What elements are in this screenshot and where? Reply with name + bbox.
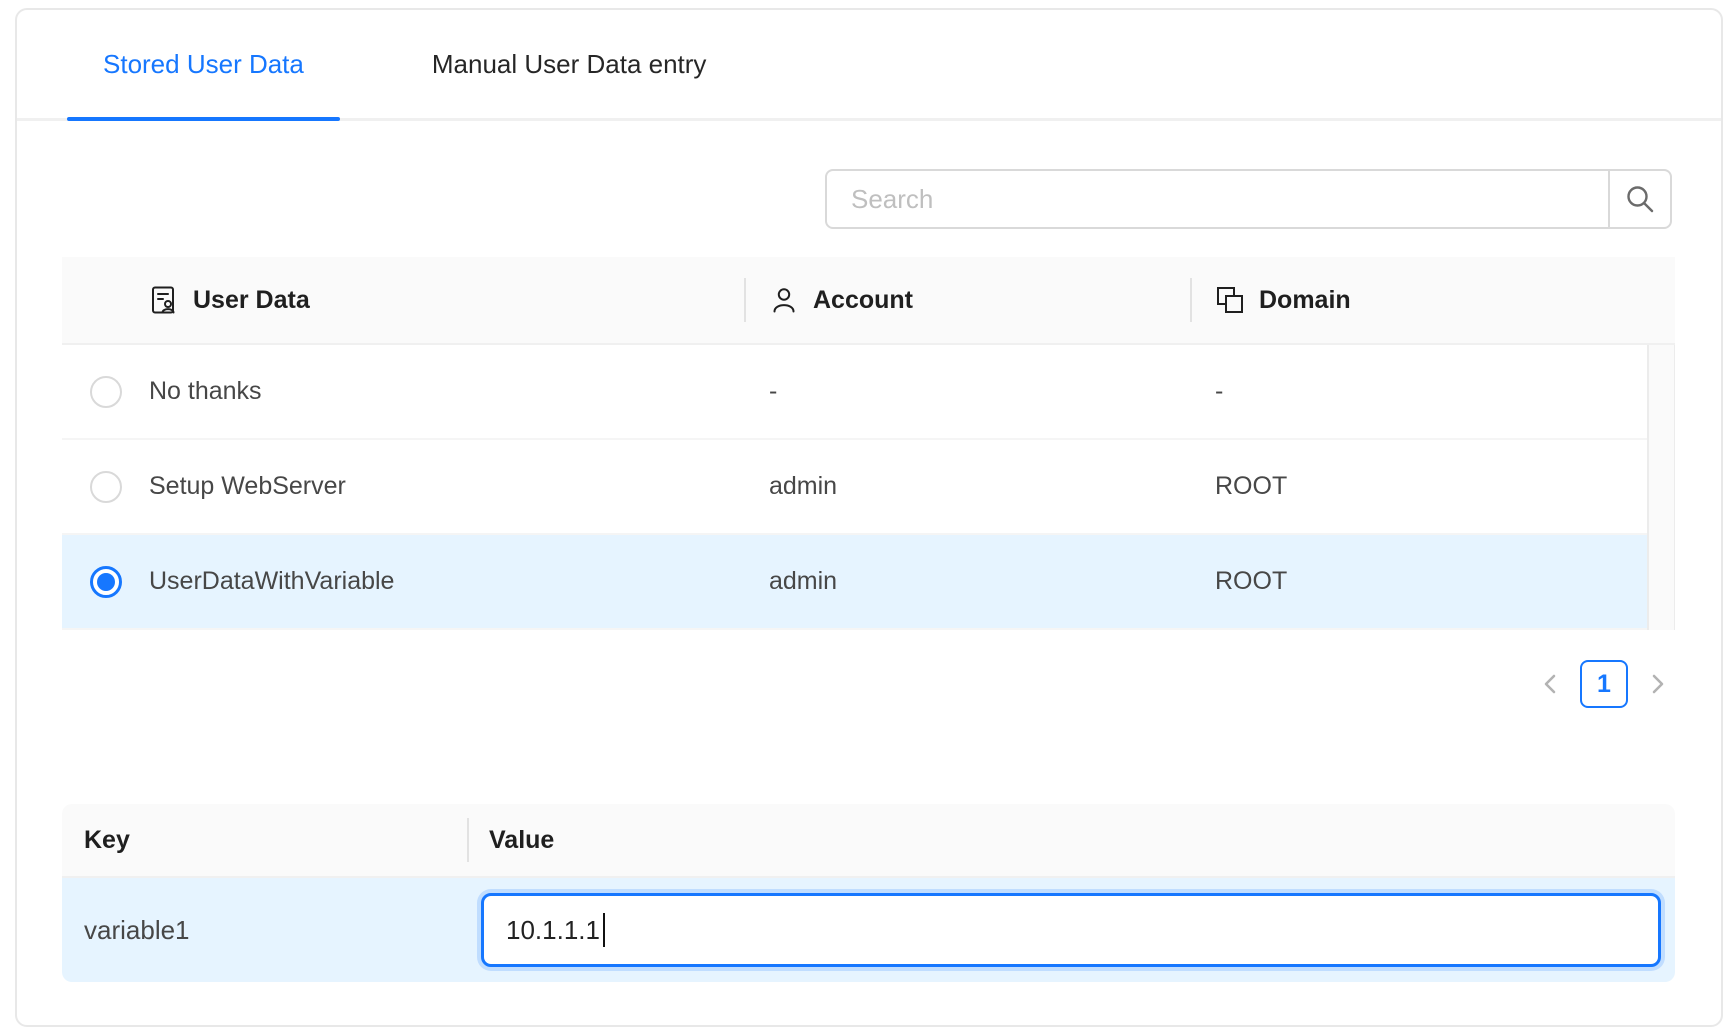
user-data-cell: Setup WebServer xyxy=(149,472,744,501)
value-input-text: 10.1.1.1 xyxy=(506,915,600,946)
magnifier-icon xyxy=(1624,183,1656,215)
tab-manual-user-data-entry-label: Manual User Data entry xyxy=(432,49,707,80)
domain-cell: ROOT xyxy=(1190,567,1675,596)
kv-value-cell: 10.1.1.1 xyxy=(467,893,1675,967)
account-cell: admin xyxy=(744,567,1190,596)
row-radio-cell xyxy=(62,566,149,598)
user-data-cell: UserDataWithVariable xyxy=(149,567,744,596)
pagination-page-1[interactable]: 1 xyxy=(1580,660,1628,708)
user-data-panel: Stored User Data Manual User Data entry xyxy=(15,8,1723,1027)
chevron-left-icon xyxy=(1540,673,1562,695)
table-scrollbar-track xyxy=(1647,345,1675,630)
table-header-row: User Data Account Domain xyxy=(62,257,1675,345)
selection-column-header xyxy=(62,257,149,343)
tab-manual-user-data-entry[interactable]: Manual User Data entry xyxy=(396,10,743,118)
tab-bar: Stored User Data Manual User Data entry xyxy=(17,10,1721,121)
tab-stored-user-data[interactable]: Stored User Data xyxy=(67,10,340,118)
radio-unchecked[interactable] xyxy=(90,471,122,503)
table-row-no-thanks[interactable]: No thanks - - xyxy=(62,345,1675,440)
account-column-header: Account xyxy=(744,257,1190,343)
overlapping-squares-icon xyxy=(1215,285,1245,315)
chevron-right-icon xyxy=(1646,673,1668,695)
kv-header-row: Key Value xyxy=(62,804,1675,878)
pagination-prev-button[interactable] xyxy=(1536,660,1566,708)
domain-column-label: Domain xyxy=(1259,286,1351,315)
domain-column-header: Domain xyxy=(1190,257,1675,343)
table-row-setup-webserver[interactable]: Setup WebServer admin ROOT xyxy=(62,440,1675,535)
search-button[interactable] xyxy=(1608,169,1672,229)
radio-unchecked[interactable] xyxy=(90,376,122,408)
text-caret xyxy=(603,913,605,947)
table-row-userdatawithvariable[interactable]: UserDataWithVariable admin ROOT xyxy=(62,535,1675,630)
user-data-column-label: User Data xyxy=(193,286,310,315)
pagination-current-page: 1 xyxy=(1597,670,1611,699)
user-data-column-header: User Data xyxy=(149,257,744,343)
value-input[interactable]: 10.1.1.1 xyxy=(481,893,1661,967)
domain-cell: ROOT xyxy=(1190,472,1675,501)
pagination: 1 xyxy=(1536,660,1672,708)
row-radio-cell xyxy=(62,471,149,503)
stored-user-data-table: User Data Account Domain xyxy=(62,257,1675,630)
pagination-next-button[interactable] xyxy=(1642,660,1672,708)
kv-key-cell: variable1 xyxy=(62,915,467,946)
tab-stored-user-data-label: Stored User Data xyxy=(103,49,304,80)
key-value-table: Key Value variable1 10.1.1.1 xyxy=(62,804,1675,982)
value-column-label: Value xyxy=(489,826,554,855)
kv-row-variable1: variable1 10.1.1.1 xyxy=(62,878,1675,982)
search-group xyxy=(825,169,1672,229)
document-person-icon xyxy=(149,285,179,315)
search-input[interactable] xyxy=(825,169,1610,229)
account-cell: admin xyxy=(744,472,1190,501)
domain-cell: - xyxy=(1190,377,1675,406)
radio-checked[interactable] xyxy=(90,566,122,598)
account-cell: - xyxy=(744,377,1190,406)
row-radio-cell xyxy=(62,376,149,408)
value-column-header: Value xyxy=(467,804,1675,876)
key-column-header: Key xyxy=(62,826,467,855)
page: { "tabs": { "items": [ { "label": "Store… xyxy=(0,0,1734,1036)
account-column-label: Account xyxy=(813,286,913,315)
person-icon xyxy=(769,285,799,315)
user-data-cell: No thanks xyxy=(149,377,744,406)
